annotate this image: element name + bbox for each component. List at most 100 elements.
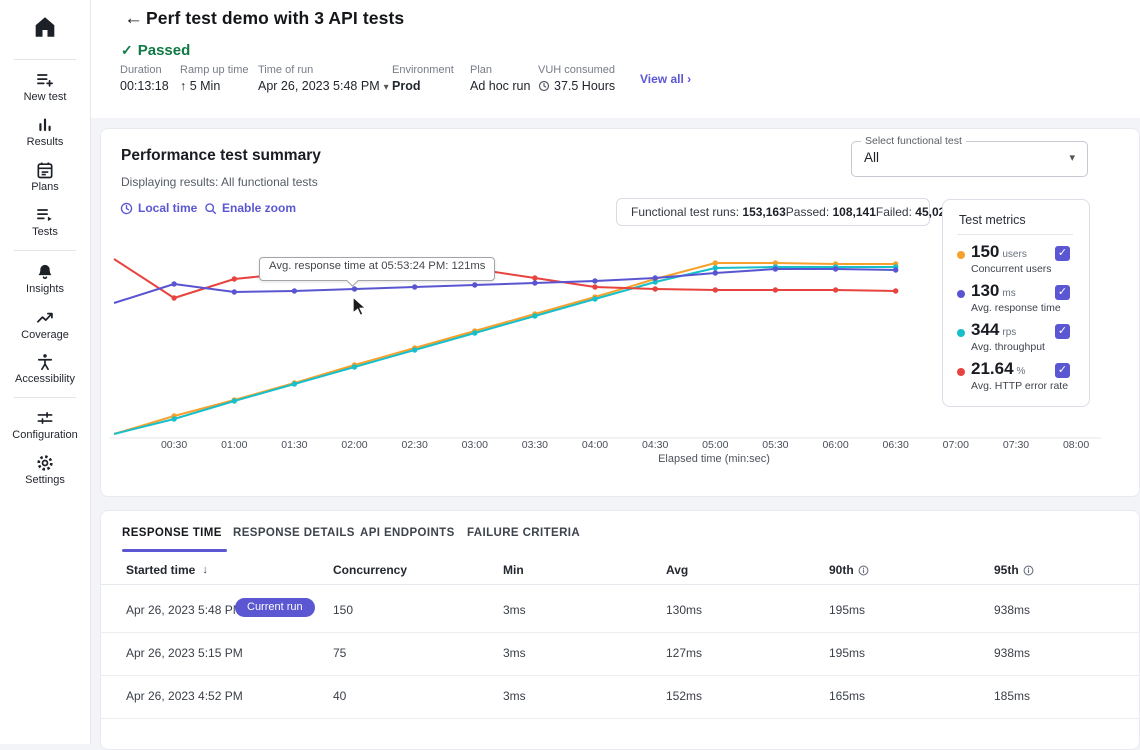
chevron-down-icon[interactable]: ▾: [1069, 151, 1075, 164]
data-point[interactable]: [713, 270, 718, 275]
data-point[interactable]: [713, 265, 718, 270]
metric-checkbox[interactable]: ✓: [1055, 324, 1070, 339]
cell-95th: 938ms: [994, 646, 1030, 660]
gear-icon: [35, 453, 55, 470]
sort-desc-icon[interactable]: ↓: [202, 564, 208, 576]
tab-failure-criteria[interactable]: FAILURE CRITERIA: [467, 527, 580, 539]
sidebar-item-label: New test: [0, 91, 90, 103]
metric-label: Avg. response time: [971, 302, 1061, 314]
local-time-toggle[interactable]: Local time: [120, 201, 197, 215]
sidebar-item-insights[interactable]: Insights: [0, 262, 90, 295]
metric-checkbox[interactable]: ✓: [1055, 285, 1070, 300]
meta-vuh-consumed: VUH consumed 37.5 Hours: [538, 64, 615, 93]
data-point[interactable]: [412, 284, 417, 289]
data-point[interactable]: [532, 280, 537, 285]
data-point[interactable]: [472, 330, 477, 335]
sidebar-item-plans[interactable]: Plans: [0, 160, 90, 193]
functional-test-select[interactable]: Select functional test All ▾: [851, 141, 1088, 177]
data-point[interactable]: [893, 267, 898, 272]
metric-label: Concurrent users: [971, 263, 1052, 275]
back-arrow-button[interactable]: ←: [124, 8, 143, 30]
info-icon[interactable]: [858, 565, 869, 576]
sidebar-item-label: Plans: [0, 181, 90, 193]
x-tick-label: 07:00: [943, 439, 969, 451]
info-icon[interactable]: [1023, 565, 1034, 576]
magnifier-icon: [204, 202, 217, 215]
data-point[interactable]: [833, 287, 838, 292]
tab-response-details[interactable]: RESPONSE DETAILS: [233, 527, 355, 539]
data-point[interactable]: [592, 296, 597, 301]
chevron-right-icon: ›: [687, 72, 691, 86]
data-point[interactable]: [653, 275, 658, 280]
data-point[interactable]: [352, 364, 357, 369]
cell-avg: 152ms: [666, 689, 702, 703]
data-point[interactable]: [232, 398, 237, 403]
data-point[interactable]: [773, 287, 778, 292]
column-header-started-time[interactable]: Started time↓: [126, 563, 208, 577]
metric-checkbox[interactable]: ✓: [1055, 363, 1070, 378]
data-point[interactable]: [592, 278, 597, 283]
new-test-icon: [35, 70, 55, 87]
data-point[interactable]: [713, 260, 718, 265]
data-point[interactable]: [893, 288, 898, 293]
sidebar-item-settings[interactable]: Settings: [0, 453, 90, 486]
cell-min: 3ms: [503, 603, 526, 617]
x-tick-label: 06:30: [883, 439, 909, 451]
x-tick-label: 06:00: [822, 439, 848, 451]
purple-series-dot: [957, 290, 965, 298]
test-list-icon: [35, 205, 55, 222]
table-row[interactable]: Apr 26, 2023 5:15 PM 75 3ms 127ms 195ms …: [101, 632, 1139, 676]
cell-95th: 185ms: [994, 689, 1030, 703]
data-point[interactable]: [472, 282, 477, 287]
data-point[interactable]: [352, 286, 357, 291]
functional-test-stats: Functional test runs: 153,163 Passed: 10…: [616, 198, 930, 226]
cell-min: 3ms: [503, 689, 526, 703]
sidebar-item-results[interactable]: Results: [0, 115, 90, 148]
chevron-down-icon[interactable]: ▾: [384, 82, 389, 93]
sidebar-item-configuration[interactable]: Configuration: [0, 408, 90, 441]
view-all-link[interactable]: View all ›: [640, 72, 691, 86]
data-point[interactable]: [232, 276, 237, 281]
table-row[interactable]: Apr 26, 2023 5:48 PM Current run 150 3ms…: [101, 589, 1139, 633]
data-point[interactable]: [292, 381, 297, 386]
sidebar-item-tests[interactable]: Tests: [0, 205, 90, 238]
data-point[interactable]: [292, 288, 297, 293]
tab-response-time[interactable]: RESPONSE TIME: [122, 527, 222, 539]
meta-value: Apr 26, 2023 5:48 PM▾: [258, 79, 389, 93]
metric-error-rate: 21.64% Avg. HTTP error rate ✓: [943, 361, 1089, 399]
tab-api-endpoints[interactable]: API ENDPOINTS: [360, 527, 455, 539]
data-point[interactable]: [532, 275, 537, 280]
x-tick-label: 03:00: [462, 439, 488, 451]
sidebar-item-home[interactable]: [0, 14, 90, 40]
enable-zoom-button[interactable]: Enable zoom: [204, 201, 296, 215]
meta-environment: Environment Prod: [392, 64, 454, 93]
chart-tooltip: Avg. response time at 05:53:24 PM: 121ms: [259, 257, 495, 281]
data-point[interactable]: [412, 347, 417, 352]
data-point[interactable]: [592, 284, 597, 289]
data-point[interactable]: [171, 281, 176, 286]
data-point[interactable]: [773, 266, 778, 271]
meta-label: Duration: [120, 64, 169, 76]
meta-time-of-run[interactable]: Time of run Apr 26, 2023 5:48 PM▾: [258, 64, 389, 93]
data-point[interactable]: [653, 286, 658, 291]
metric-label: Avg. throughput: [971, 341, 1045, 353]
sidebar-item-accessibility[interactable]: Accessibility: [0, 352, 90, 385]
sidebar-item-coverage[interactable]: Coverage: [0, 308, 90, 341]
data-point[interactable]: [171, 416, 176, 421]
data-point[interactable]: [532, 313, 537, 318]
meta-value: Ad hoc run: [470, 79, 530, 93]
x-tick-label: 07:30: [1003, 439, 1029, 451]
x-tick-label: 03:30: [522, 439, 548, 451]
data-point[interactable]: [713, 287, 718, 292]
clock-icon: [120, 202, 133, 215]
sidebar-item-new-test[interactable]: New test: [0, 70, 90, 103]
metric-checkbox[interactable]: ✓: [1055, 246, 1070, 261]
cell-90th: 195ms: [829, 603, 865, 617]
data-point[interactable]: [833, 266, 838, 271]
data-point[interactable]: [232, 289, 237, 294]
column-header-90th: 90th: [829, 563, 869, 577]
cell-avg: 130ms: [666, 603, 702, 617]
table-row[interactable]: Apr 26, 2023 4:52 PM 40 3ms 152ms 165ms …: [101, 675, 1139, 719]
summary-title: Performance test summary: [121, 147, 321, 165]
data-point[interactable]: [171, 295, 176, 300]
